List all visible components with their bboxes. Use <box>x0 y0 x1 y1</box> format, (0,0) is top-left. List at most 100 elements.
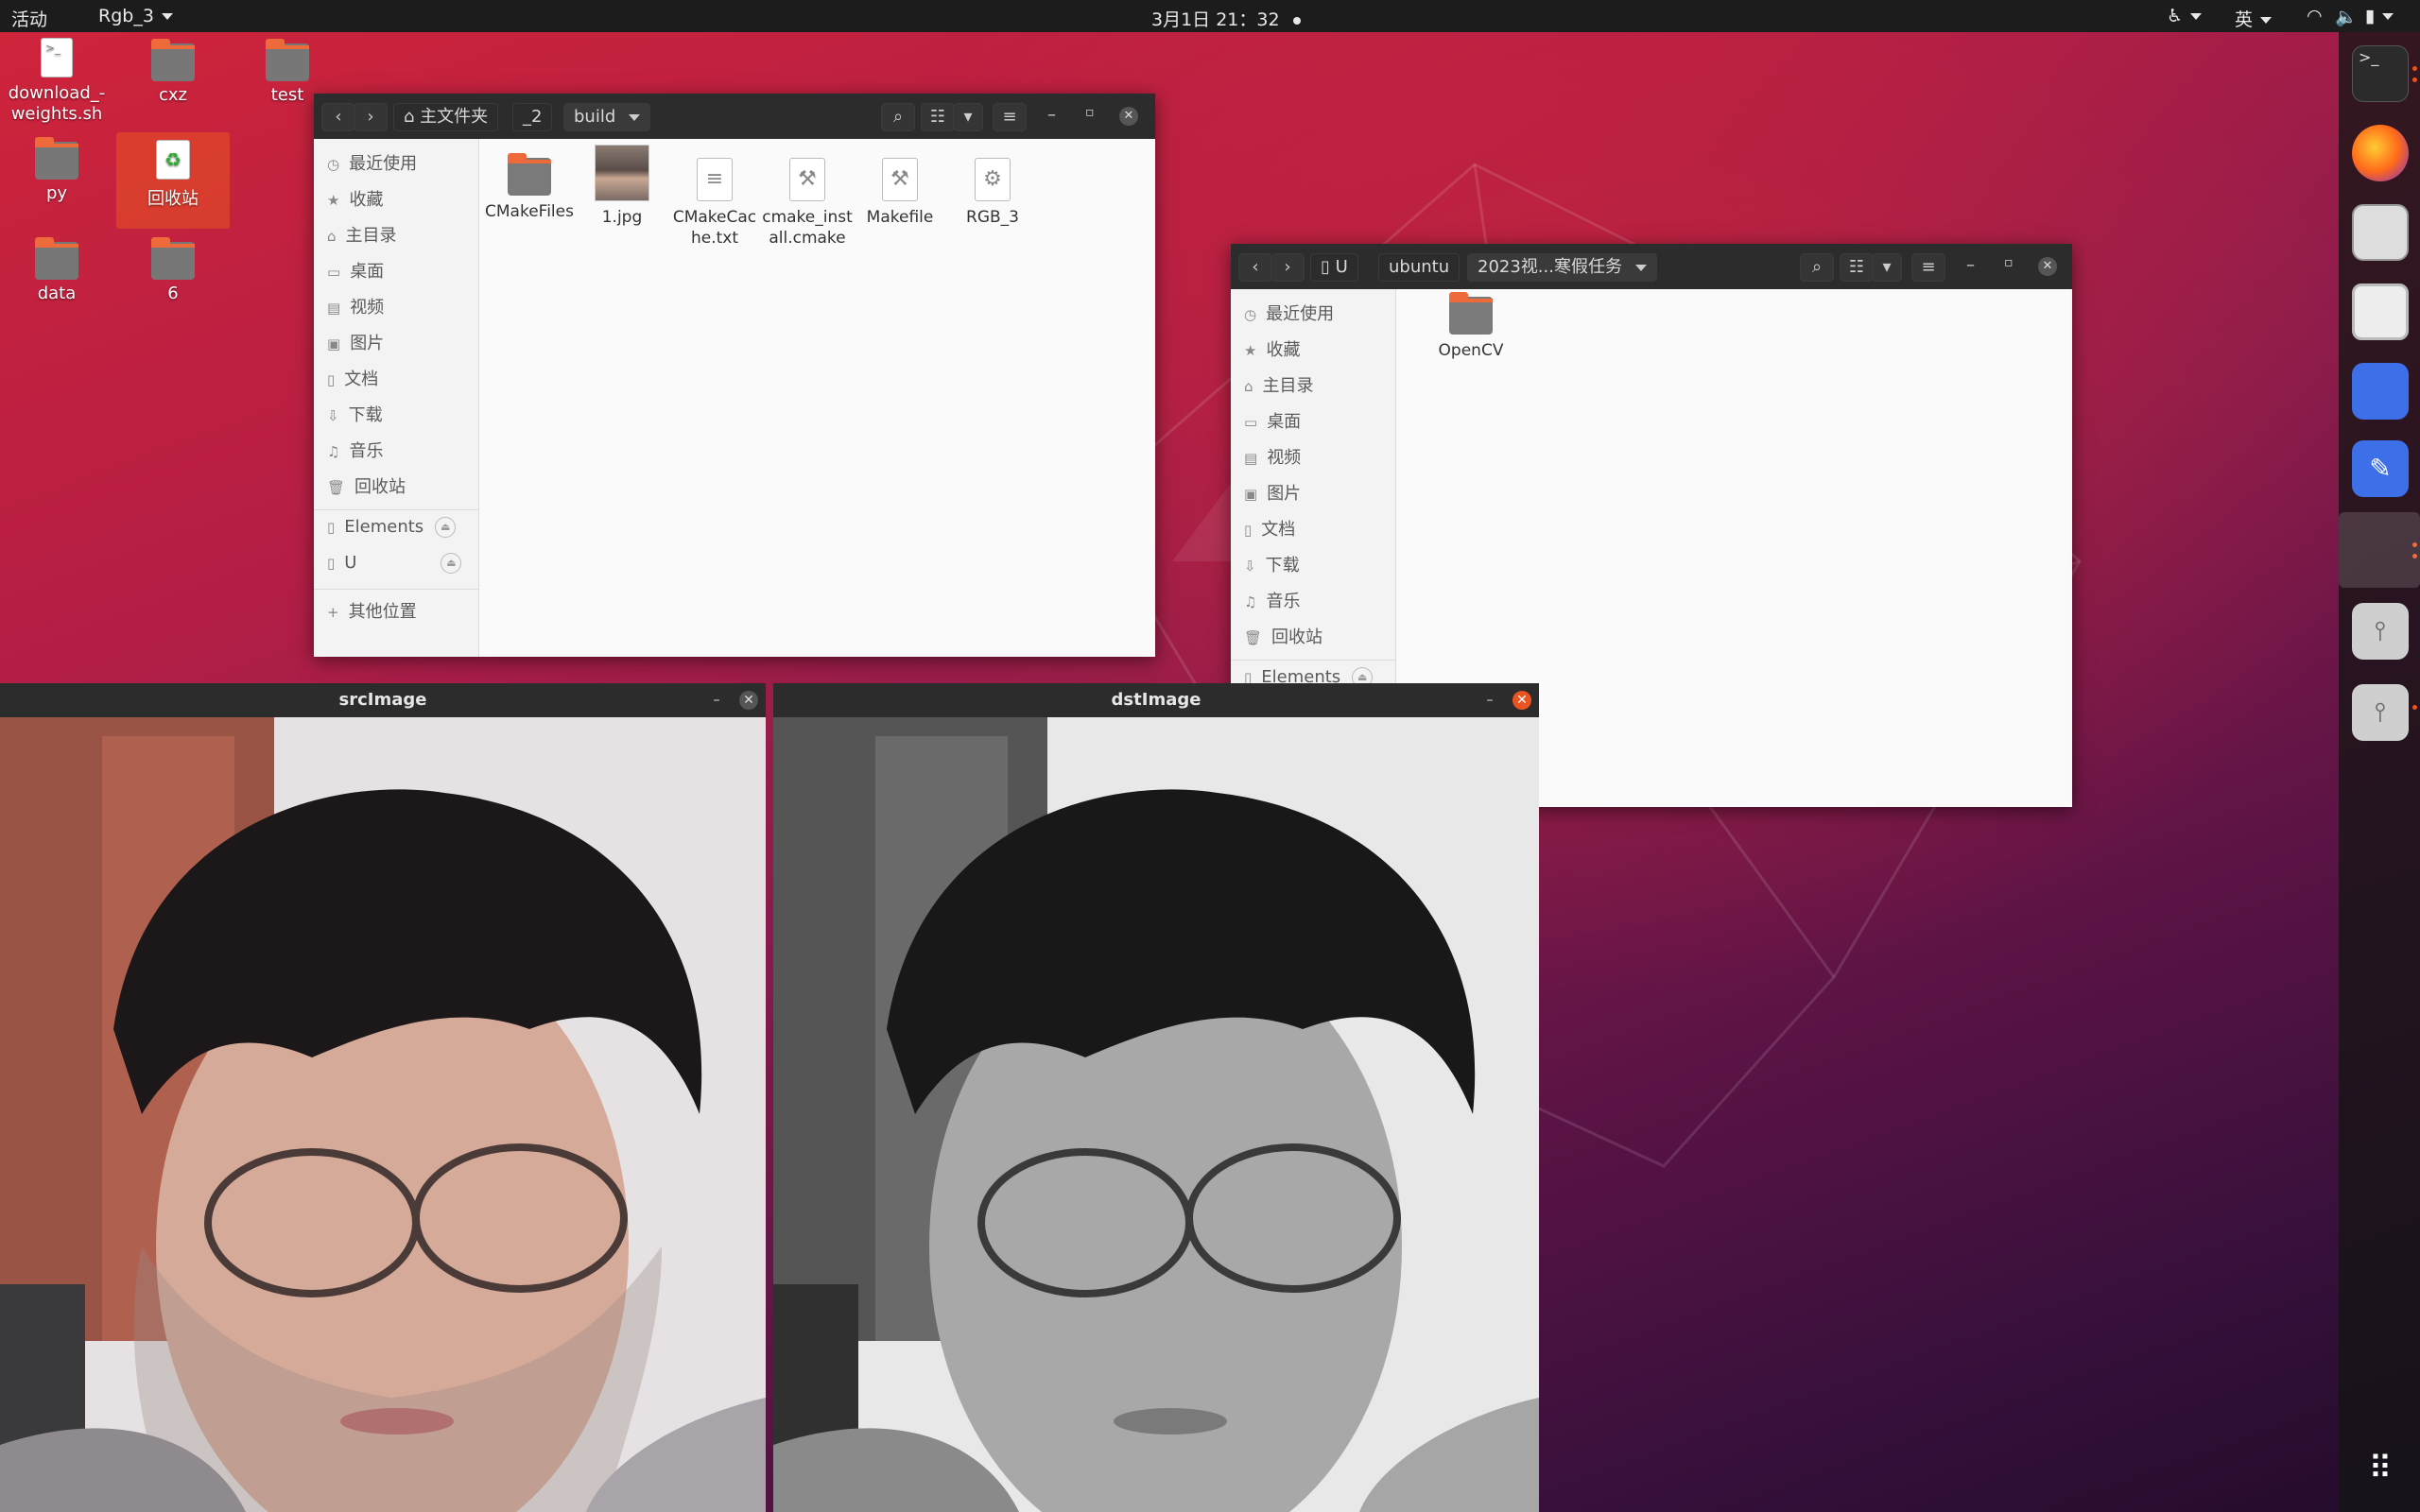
sidebar-item-music[interactable]: ♫ 音乐 <box>1244 588 1300 612</box>
usb-drive-icon[interactable]: ⫯ <box>2352 603 2409 660</box>
breadcrumb-current[interactable]: 2023视...寒假任务 <box>1467 253 1657 282</box>
view-options-button[interactable]: ▾ <box>1872 253 1902 282</box>
sidebar-item-starred[interactable]: ★ 收藏 <box>327 186 383 211</box>
sidebar-item-other-locations[interactable]: + 其他位置 <box>327 598 417 623</box>
forward-button[interactable]: › <box>1270 253 1305 282</box>
star-icon: ★ <box>327 192 340 209</box>
firefox-icon[interactable] <box>2352 125 2409 181</box>
app-menu[interactable]: Rgb_3 <box>98 6 173 26</box>
breadcrumb-u[interactable]: ▯ U <box>1310 253 1358 282</box>
desktop-icon-trash[interactable]: ♻ 回收站 <box>116 132 230 229</box>
sidebar-item-desktop[interactable]: ▭ 桌面 <box>1244 408 1301 433</box>
show-applications-icon[interactable]: ⠿ <box>2352 1440 2409 1497</box>
maximize-button[interactable]: ▫ <box>1085 105 1095 120</box>
top-bar: 活动 Rgb_3 3月1日 21：32 ♿ 英 ◠ 🔈 ▮ <box>0 0 2420 32</box>
terminal-icon[interactable]: >_ <box>2352 45 2409 102</box>
desktop-icon: ▭ <box>327 264 341 281</box>
sidebar-item-home[interactable]: ⌂ 主目录 <box>327 222 397 247</box>
folder-icon <box>266 39 309 81</box>
close-button[interactable]: ✕ <box>1512 691 1531 710</box>
sidebar-item-label: 桌面 <box>350 262 385 282</box>
sidebar-item-label: 收藏 <box>1266 340 1301 360</box>
back-button[interactable]: ‹ <box>321 103 355 131</box>
sidebar-item-recent[interactable]: ◷ 最近使用 <box>1244 301 1334 325</box>
text-editor-icon[interactable]: ✎ <box>2352 440 2409 497</box>
minimize-button[interactable]: – <box>1047 105 1056 125</box>
breadcrumb-current[interactable]: build <box>563 103 650 131</box>
desktop-icon-script[interactable]: >_ download_-weights.sh <box>0 38 113 125</box>
sidebar-item-downloads[interactable]: ⇩ 下载 <box>327 402 383 426</box>
view-options-button[interactable]: ▾ <box>953 103 983 131</box>
sidebar-item-music[interactable]: ♫ 音乐 <box>327 438 383 462</box>
file-name: OpenCV <box>1438 341 1504 360</box>
sidebar-item-documents[interactable]: ▯ 文档 <box>327 366 378 390</box>
minimize-button[interactable]: – <box>1480 691 1499 710</box>
breadcrumb-home[interactable]: ⌂ 主文件夹 <box>393 103 499 131</box>
minimize-button[interactable]: – <box>1966 255 1975 275</box>
sidebar-item-u[interactable]: ▯ U ⏏ <box>327 553 462 574</box>
file-item[interactable]: ⚒ cmake_install.cmake <box>762 158 853 249</box>
accessibility-icon[interactable]: ♿ <box>2167 6 2203 26</box>
wifi-icon[interactable]: ◠ <box>2307 6 2323 26</box>
sidebar-item-trash[interactable]: 🗑 回收站 <box>327 473 406 498</box>
desktop-icon-data[interactable]: data <box>0 237 113 303</box>
menu-button[interactable]: ≡ <box>1911 253 1945 282</box>
screenshot-icon[interactable] <box>2352 363 2409 420</box>
header-bar: ‹ › ▯ U ubuntu 2023视...寒假任务 ⌕ ☷ ▾ ≡ – ▫ … <box>1231 244 2072 289</box>
minimize-button[interactable]: – <box>707 691 726 710</box>
sidebar-item-videos[interactable]: ▤ 视频 <box>1244 444 1301 469</box>
divider <box>314 589 478 590</box>
sidebar-item-label: 视频 <box>1267 448 1302 468</box>
view-list-button[interactable]: ☷ <box>1840 253 1874 282</box>
file-item[interactable]: ⚒ Makefile <box>855 158 945 228</box>
file-item[interactable]: ⚙ RGB_3 <box>947 158 1038 228</box>
eject-icon[interactable]: ⏏ <box>435 517 457 538</box>
close-button[interactable]: ✕ <box>1119 107 1138 126</box>
folder-icon <box>35 137 78 180</box>
sidebar-item-home[interactable]: ⌂ 主目录 <box>1244 372 1314 397</box>
sidebar-item-starred[interactable]: ★ 收藏 <box>1244 336 1300 361</box>
sidebar-item-trash[interactable]: 🗑 回收站 <box>1244 624 1322 648</box>
desktop-icon-6[interactable]: 6 <box>116 237 230 303</box>
files-icon[interactable] <box>2352 204 2409 261</box>
input-method[interactable]: 英 <box>2235 6 2273 31</box>
sidebar-item-downloads[interactable]: ⇩ 下载 <box>1244 552 1300 576</box>
view-list-button[interactable]: ☷ <box>921 103 955 131</box>
trash-icon: ♻ <box>156 140 190 180</box>
clock-icon: ◷ <box>327 156 340 173</box>
camera-image <box>773 717 1539 1512</box>
sidebar-item-desktop[interactable]: ▭ 桌面 <box>327 258 384 283</box>
maximize-button[interactable]: ▫ <box>2004 255 2014 270</box>
picture-icon: ▣ <box>327 335 341 352</box>
back-button[interactable]: ‹ <box>1238 253 1272 282</box>
file-item-opencv[interactable]: OpenCV <box>1426 292 1516 361</box>
search-button[interactable]: ⌕ <box>1800 253 1834 282</box>
sidebar-item-elements[interactable]: ▯ Elements ⏏ <box>327 517 457 538</box>
volume-icon[interactable]: 🔈 <box>2335 6 2358 27</box>
sidebar-item-videos[interactable]: ▤ 视频 <box>327 294 384 318</box>
sidebar-item-recent[interactable]: ◷ 最近使用 <box>327 150 417 175</box>
breadcrumb-ubuntu[interactable]: ubuntu <box>1378 253 1461 282</box>
forward-button[interactable]: › <box>354 103 388 131</box>
opencv-app-icon[interactable] <box>2339 512 2420 588</box>
sidebar-item-pictures[interactable]: ▣ 图片 <box>327 330 384 354</box>
clock[interactable]: 3月1日 21：32 <box>1151 6 1301 31</box>
close-button[interactable]: ✕ <box>2038 257 2057 276</box>
eject-icon[interactable]: ⏏ <box>441 553 462 574</box>
disc-icon[interactable] <box>2352 284 2409 340</box>
breadcrumb-2[interactable]: _2 <box>512 103 553 131</box>
file-item[interactable]: ≡ CMakeCache.txt <box>669 158 760 249</box>
menu-button[interactable]: ≡ <box>993 103 1027 131</box>
activities-button[interactable]: 活动 <box>11 6 47 31</box>
battery-icon[interactable]: ▮ <box>2365 6 2394 26</box>
search-button[interactable]: ⌕ <box>881 103 915 131</box>
desktop-icon-py[interactable]: py <box>0 137 113 203</box>
close-button[interactable]: ✕ <box>739 691 758 710</box>
file-item[interactable]: 1.jpg <box>577 145 667 228</box>
video-icon: ▤ <box>327 300 341 317</box>
usb-drive-icon[interactable]: ⫯ <box>2352 684 2409 741</box>
file-item[interactable]: CMakeFiles <box>484 153 575 222</box>
sidebar-item-documents[interactable]: ▯ 文档 <box>1244 516 1295 541</box>
desktop-icon-cxz[interactable]: cxz <box>116 39 230 105</box>
sidebar-item-pictures[interactable]: ▣ 图片 <box>1244 480 1301 505</box>
